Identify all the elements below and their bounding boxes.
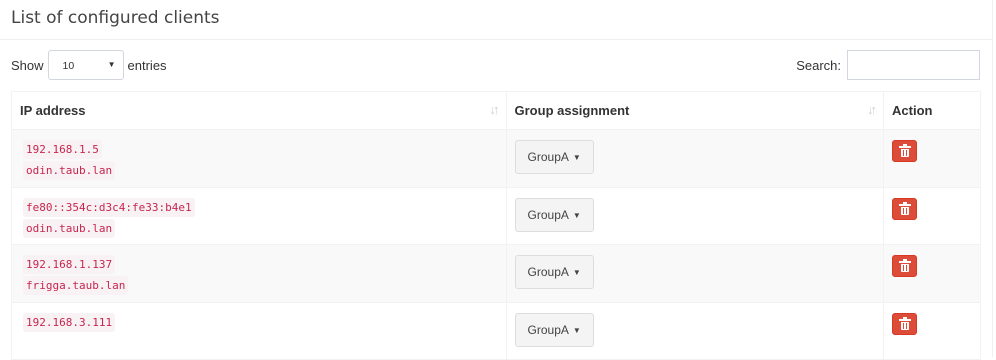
group-dropdown-button[interactable]: GroupA ▼	[514, 312, 594, 347]
group-cell: GroupA ▼	[505, 244, 885, 303]
sort-icon: ↓↑	[867, 102, 877, 117]
table-row: fe80::354c:d3c4:fe33:b4e1 odin.taub.lan …	[11, 186, 981, 245]
action-cell	[883, 186, 981, 245]
hostname: odin.taub.lan	[23, 218, 116, 238]
ip-cell: fe80::354c:d3c4:fe33:b4e1 odin.taub.lan	[11, 186, 507, 245]
ip-address: 192.168.3.111	[23, 312, 116, 332]
box-title: List of configured clients	[11, 8, 220, 28]
action-cell	[883, 129, 981, 188]
delete-button[interactable]	[892, 197, 918, 220]
box-header: List of configured clients	[0, 0, 992, 40]
group-cell: GroupA ▼	[505, 186, 885, 245]
action-cell	[883, 301, 981, 360]
ip-cell: 192.168.3.111	[11, 301, 507, 360]
search-control: Search:	[796, 50, 980, 80]
entries-label: entries	[127, 57, 167, 73]
group-cell: GroupA ▼	[505, 129, 885, 188]
column-header-action: Action	[883, 91, 981, 130]
group-label: GroupA	[527, 207, 569, 222]
ip-address: fe80::354c:d3c4:fe33:b4e1	[23, 197, 195, 217]
group-label: GroupA	[527, 322, 569, 337]
clients-table: IP address ↓↑ Group assignment ↓↑ Action…	[11, 91, 981, 360]
table-row: 192.168.3.111 GroupA ▼	[11, 301, 981, 360]
show-label: Show	[11, 57, 44, 73]
delete-button[interactable]	[892, 312, 918, 335]
group-label: GroupA	[527, 150, 569, 164]
table-header-row: IP address ↓↑ Group assignment ↓↑ Action	[11, 91, 981, 130]
hostname: odin.taub.lan	[23, 161, 116, 180]
trash-icon	[899, 259, 912, 272]
column-header-group[interactable]: Group assignment ↓↑	[505, 91, 885, 130]
ip-cell: 192.168.1.5 odin.taub.lan	[11, 129, 507, 188]
column-header-ip[interactable]: IP address ↓↑	[11, 91, 507, 130]
table-row: 192.168.1.137 frigga.taub.lan GroupA ▼	[11, 244, 981, 303]
search-input[interactable]	[847, 50, 980, 80]
column-header-action-label: Action	[892, 103, 933, 118]
table-row: 192.168.1.5 odin.taub.lan GroupA ▼	[11, 129, 981, 188]
ip-cell: 192.168.1.137 frigga.taub.lan	[11, 244, 507, 303]
length-control: Show 10 ▼ entries	[11, 50, 167, 80]
group-dropdown-button[interactable]: GroupA ▼	[514, 255, 594, 289]
caret-down-icon: ▼	[572, 153, 581, 162]
caret-down-icon: ▼	[572, 325, 581, 335]
column-header-ip-label: IP address	[20, 103, 86, 118]
column-header-group-label: Group assignment	[514, 103, 630, 118]
group-cell: GroupA ▼	[505, 301, 885, 360]
delete-button[interactable]	[892, 140, 918, 162]
trash-icon	[899, 144, 912, 157]
entries-value: 10	[62, 60, 75, 72]
action-cell	[883, 244, 981, 303]
entries-select[interactable]: 10 ▼	[47, 50, 124, 80]
caret-down-icon: ▼	[572, 268, 581, 277]
ip-address: 192.168.1.5	[23, 140, 102, 159]
delete-button[interactable]	[892, 255, 918, 277]
sort-icon: ↓↑	[489, 102, 500, 117]
table-controls: Show 10 ▼ entries Search:	[0, 40, 992, 92]
hostname: frigga.taub.lan	[23, 276, 129, 295]
group-label: GroupA	[527, 265, 569, 279]
ip-address: 192.168.1.137	[23, 255, 116, 274]
caret-down-icon: ▼	[107, 60, 116, 69]
caret-down-icon: ▼	[572, 210, 581, 220]
group-dropdown-button[interactable]: GroupA ▼	[514, 140, 594, 174]
search-label: Search:	[796, 57, 841, 73]
trash-icon	[899, 201, 912, 215]
trash-icon	[899, 316, 912, 330]
group-dropdown-button[interactable]: GroupA ▼	[514, 197, 594, 232]
